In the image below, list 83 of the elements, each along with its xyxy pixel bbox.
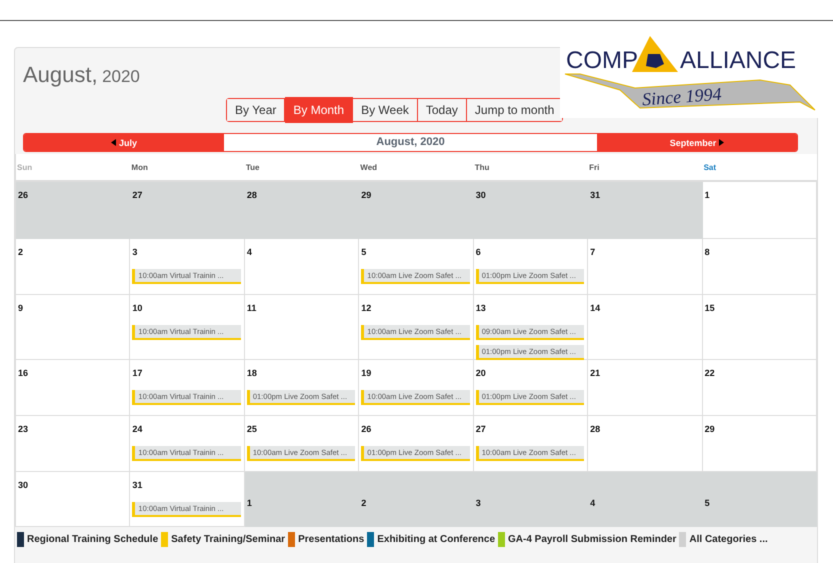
category-label[interactable]: GA-4 Payroll Submission Reminder (508, 534, 676, 545)
day-number: 1 (246, 498, 253, 508)
day-cell[interactable]: 27 (130, 182, 245, 239)
category-label[interactable]: Safety Training/Seminar (171, 534, 286, 545)
category-label[interactable]: Exhibiting at Conference (377, 534, 496, 545)
day-number: 26 (361, 424, 372, 434)
logo-drawing: COMP ALLIANCE Since 1994 (560, 30, 818, 118)
day-number: 17 (132, 368, 144, 378)
month-title: August, (23, 62, 98, 87)
day-number: 5 (704, 498, 711, 508)
view-tab[interactable]: By Month (285, 97, 354, 123)
day-number: 31 (132, 480, 144, 490)
day-number: 11 (246, 303, 258, 313)
day-number: 5 (361, 247, 368, 257)
day-cell[interactable]: 31 (588, 182, 703, 239)
day-cell[interactable]: 21 (588, 360, 703, 416)
day-cell[interactable]: 29 (359, 182, 474, 239)
day-number: 30 (476, 190, 487, 200)
day-cell[interactable]: 30 (474, 182, 588, 239)
day-number: 6 (476, 247, 482, 257)
day-cell[interactable]: 1 (244, 472, 360, 527)
day-cell[interactable]: 26 (16, 182, 130, 239)
day-cell[interactable]: 8 (702, 239, 817, 295)
right-triangle-icon (719, 139, 724, 146)
day-number: 3 (132, 247, 138, 257)
day-number: 14 (590, 303, 602, 313)
day-number: 23 (18, 424, 30, 434)
day-number: 29 (361, 190, 372, 200)
day-number: 19 (361, 368, 372, 378)
day-cell[interactable]: 16 (16, 360, 130, 416)
day-number: 20 (476, 368, 487, 378)
day-number: 22 (704, 368, 716, 378)
category-label[interactable]: Regional Training Schedule (27, 534, 158, 545)
day-number: 29 (704, 424, 716, 434)
view-tab[interactable]: By Year (227, 99, 286, 121)
day-number: 31 (590, 190, 602, 200)
day-number: 15 (704, 303, 716, 313)
day-number: 28 (590, 424, 602, 434)
day-number: 4 (590, 498, 596, 508)
day-number: 16 (18, 368, 30, 378)
day-number: 18 (246, 368, 258, 378)
day-number: 25 (246, 424, 258, 434)
day-number: 27 (132, 190, 144, 200)
day-cell[interactable]: 9 (16, 295, 130, 360)
day-number: 30 (18, 480, 30, 490)
day-number: 3 (476, 498, 482, 508)
day-number: 4 (246, 247, 253, 257)
day-number: 2 (18, 247, 24, 257)
day-cell[interactable]: 2 (16, 239, 130, 295)
day-cell[interactable]: 28 (244, 182, 360, 239)
day-cell[interactable]: 5 (702, 472, 817, 527)
day-cell[interactable]: 11 (244, 295, 360, 360)
day-cell[interactable]: 7 (588, 239, 703, 295)
day-number: 27 (476, 424, 487, 434)
day-number: 9 (18, 303, 24, 313)
day-cell[interactable]: 22 (702, 360, 817, 416)
year-title: 2020 (102, 67, 140, 86)
category-label[interactable]: Presentations (298, 534, 364, 545)
day-cell[interactable]: 23 (16, 416, 130, 472)
day-number: 7 (590, 247, 596, 257)
day-number: 1 (704, 190, 711, 200)
next-month-button[interactable]: September (597, 134, 797, 151)
day-cell[interactable]: 14 (588, 295, 703, 360)
day-number: 24 (132, 424, 144, 434)
current-month-label: August, 2020 (224, 134, 597, 151)
day-number: 2 (361, 498, 368, 508)
weekday-header: Sat (702, 154, 817, 182)
day-number: 13 (476, 303, 487, 313)
day-number: 26 (18, 190, 30, 200)
day-number: 8 (704, 247, 711, 257)
day-number: 21 (590, 368, 602, 378)
previous-month-button[interactable]: July (24, 134, 224, 151)
left-triangle-icon (110, 139, 116, 146)
day-number: 12 (361, 303, 372, 313)
category-label[interactable]: All Categories ... (689, 534, 768, 545)
day-cell[interactable]: 3 (474, 472, 588, 527)
day-cell[interactable]: 1 (702, 182, 817, 239)
day-number: 28 (246, 190, 258, 200)
day-cell[interactable]: 15 (702, 295, 817, 360)
day-cell[interactable]: 2 (359, 472, 474, 527)
day-cell[interactable]: 4 (244, 239, 360, 295)
day-cell[interactable]: 4 (588, 472, 703, 527)
day-number: 10 (132, 303, 144, 313)
